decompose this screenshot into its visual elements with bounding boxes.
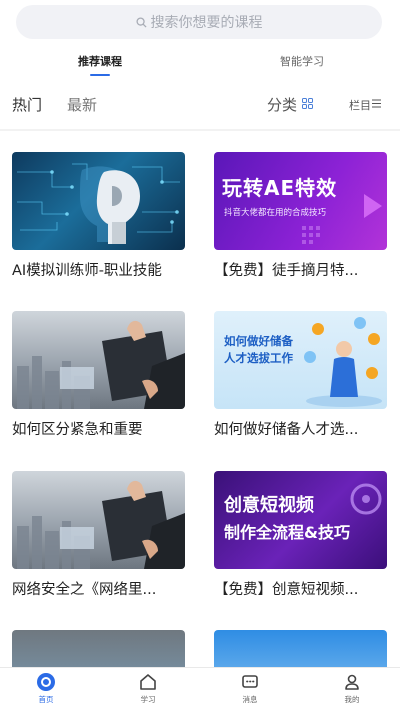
search-placeholder: 搜索你想要的课程 [150,15,263,31]
filter-latest[interactable]: 最新 [67,94,97,115]
course-card[interactable]: 创意短视频 制作全流程&技巧 【免费】创意短视频... [214,471,387,599]
tabbar-label: 消息 [242,695,258,704]
tabbar-message[interactable]: 消息 [220,672,280,705]
course-card[interactable]: AI模拟训练师-职业技能 [12,152,185,280]
bottom-tab-bar: 首页 学习 消息 我的 [0,667,400,710]
filter-column[interactable]: 栏目 [349,97,371,113]
tabbar-label: 我的 [344,695,360,704]
course-title: 如何做好储备人才选... [214,422,359,438]
grid-icon[interactable] [302,98,313,109]
tabbar-home[interactable]: 首页 [16,672,76,705]
house-icon [140,674,156,690]
filter-category[interactable]: 分类 [267,94,297,115]
user-icon [345,674,359,690]
message-icon [242,675,258,688]
course-thumbnail [12,311,185,409]
course-title: AI模拟训练师-职业技能 [12,263,162,279]
course-card[interactable]: 如何做好储备 人才选拔工作 如何做好储备人才选... [214,311,387,439]
course-card[interactable]: 如何区分紧急和重要 [12,311,185,439]
course-title: 网络安全之《网络里... [12,582,157,598]
tabbar-me[interactable]: 我的 [322,672,382,705]
filter-hot[interactable]: 热门 [12,94,42,115]
course-thumbnail: 如何做好储备 人才选拔工作 [214,311,387,409]
tab-smart-learning[interactable]: 智能学习 [262,48,342,76]
tab-recommended-courses[interactable]: 推荐课程 [60,48,140,76]
course-thumbnail: 创意短视频 制作全流程&技巧 [214,471,387,569]
list-icon[interactable] [372,99,381,108]
course-card[interactable]: 玩转AE特效 抖音大佬都在用的合成技巧 【免费】徒手摘月特... [214,152,387,280]
tabbar-learn[interactable]: 学习 [118,672,178,705]
course-tabs: 推荐课程 智能学习 [0,48,400,78]
course-card[interactable]: 网络安全之《网络里... [12,471,185,599]
course-title: 【免费】创意短视频... [214,582,359,598]
tabbar-label: 首页 [38,695,54,704]
tabbar-label: 学习 [140,695,156,704]
filter-row: 热门 最新 分类 栏目 [0,88,400,122]
search-bar[interactable]: 搜索你想要的课程 [16,5,382,39]
home-circle-icon [37,673,55,691]
search-icon [135,16,147,28]
course-thumbnail [12,152,185,250]
course-title: 如何区分紧急和重要 [12,422,143,438]
divider [0,129,400,131]
course-title: 【免费】徒手摘月特... [214,263,359,279]
course-thumbnail: 玩转AE特效 抖音大佬都在用的合成技巧 [214,152,387,250]
course-thumbnail [12,471,185,569]
